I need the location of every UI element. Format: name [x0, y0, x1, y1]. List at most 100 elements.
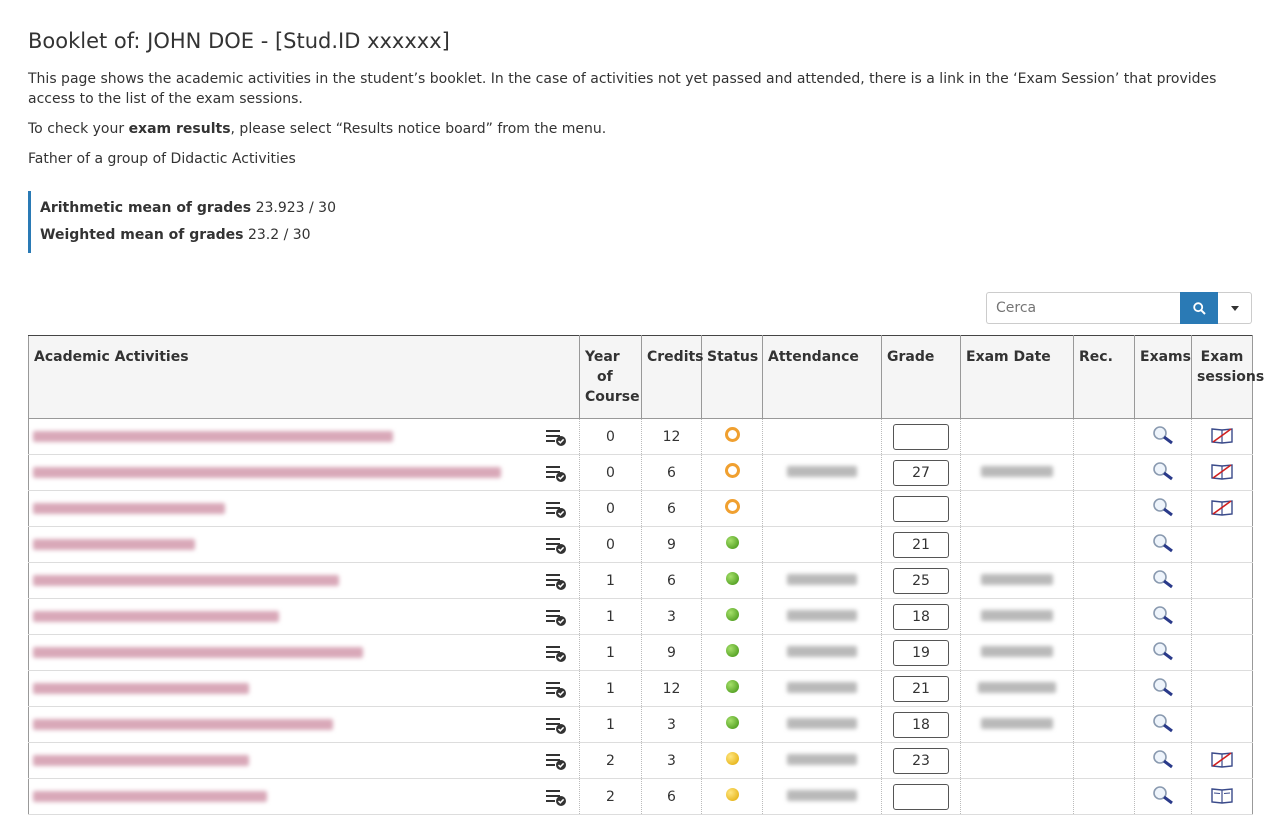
details-list-icon[interactable] [545, 499, 567, 519]
exam-date-cell [960, 418, 1074, 455]
col-status[interactable]: Status [701, 335, 763, 419]
details-list-icon[interactable] [545, 535, 567, 555]
details-list-icon[interactable] [545, 715, 567, 735]
year-value: 2 [606, 788, 615, 805]
activity-name-redacted[interactable] [33, 719, 333, 730]
table-header-row: Academic Activities Year of Course Credits… [28, 335, 1264, 419]
book-crossed-icon[interactable] [1210, 498, 1234, 516]
year-value: 1 [606, 608, 615, 625]
credits-value: 6 [667, 788, 676, 805]
arith-value: 23.923 / 30 [255, 200, 336, 216]
status-cell [701, 454, 763, 491]
year-cell: 1 [579, 670, 642, 707]
attendance-cell [762, 742, 882, 779]
attendance-cell [762, 670, 882, 707]
chevron-down-icon [1230, 305, 1239, 311]
activity-name-redacted[interactable] [33, 503, 225, 514]
rec-cell [1073, 598, 1135, 635]
col-attendance[interactable]: Attendance [762, 335, 882, 419]
grade-cell: 19 [881, 634, 961, 671]
col-rec[interactable]: Rec. [1073, 335, 1135, 419]
exam-sessions-cell [1191, 778, 1253, 815]
col-credits[interactable]: Credits [641, 335, 704, 419]
attendance-cell [762, 562, 882, 599]
activity-name-redacted[interactable] [33, 755, 249, 766]
exam-date-cell [960, 634, 1074, 671]
magnifier-icon[interactable] [1151, 569, 1175, 589]
activity-name-redacted[interactable] [33, 647, 363, 658]
col-grade[interactable]: Grade [881, 335, 961, 419]
magnifier-icon[interactable] [1151, 785, 1175, 805]
activity-name-redacted[interactable] [33, 431, 393, 442]
book-crossed-icon[interactable] [1210, 750, 1234, 768]
col-activities[interactable]: Academic Activities [28, 335, 580, 419]
search-options-dropdown[interactable] [1218, 292, 1252, 324]
exam-date-cell [960, 778, 1074, 815]
magnifier-icon[interactable] [1151, 605, 1175, 625]
magnifier-icon[interactable] [1151, 749, 1175, 769]
details-list-icon[interactable] [545, 679, 567, 699]
magnifier-icon[interactable] [1151, 497, 1175, 517]
col-year[interactable]: Year of Course [579, 335, 642, 419]
book-crossed-icon[interactable] [1210, 462, 1234, 480]
exam-sessions-cell [1191, 634, 1253, 671]
exams-cell [1134, 490, 1192, 527]
attendance-cell [762, 526, 882, 563]
status-cell [701, 706, 763, 743]
magnifier-icon[interactable] [1151, 461, 1175, 481]
grade-value [893, 783, 949, 810]
search-button[interactable] [1180, 292, 1218, 324]
exam-date-redacted [981, 465, 1053, 477]
search-input[interactable] [986, 292, 1180, 324]
table-row: 0 6 [28, 490, 1253, 527]
search-icon [1192, 301, 1206, 315]
details-list-icon[interactable] [545, 607, 567, 627]
exam-date-redacted [981, 573, 1053, 585]
grade-value: 21 [893, 531, 949, 558]
exam-date-cell [960, 562, 1074, 599]
activity-cell [28, 418, 580, 455]
status-cell [701, 526, 763, 563]
magnifier-icon[interactable] [1151, 677, 1175, 697]
magnifier-icon[interactable] [1151, 641, 1175, 661]
year-cell: 1 [579, 706, 642, 743]
activity-name-redacted[interactable] [33, 683, 249, 694]
details-list-icon[interactable] [545, 571, 567, 591]
attendance-cell [762, 490, 882, 527]
table-row: 2 6 [28, 778, 1253, 815]
details-list-icon[interactable] [545, 787, 567, 807]
activity-name-redacted[interactable] [33, 539, 195, 550]
status-indicator-icon [725, 608, 739, 621]
activity-name-redacted[interactable] [33, 791, 267, 802]
year-value: 0 [606, 428, 615, 445]
details-list-icon[interactable] [545, 427, 567, 447]
details-list-icon[interactable] [545, 751, 567, 771]
details-list-icon[interactable] [545, 643, 567, 663]
activity-cell [28, 778, 580, 815]
grade-value: 18 [893, 711, 949, 738]
status-cell [701, 670, 763, 707]
book-open-icon[interactable] [1210, 786, 1234, 804]
attendance-redacted [787, 753, 857, 765]
credits-cell: 6 [641, 490, 702, 527]
activity-name-redacted[interactable] [33, 611, 279, 622]
credits-value: 12 [662, 428, 681, 445]
activity-cell [28, 526, 580, 563]
magnifier-icon[interactable] [1151, 425, 1175, 445]
table-row: 0 9 21 [28, 526, 1253, 563]
activity-cell [28, 490, 580, 527]
activity-name-redacted[interactable] [33, 575, 339, 586]
book-crossed-icon[interactable] [1210, 426, 1234, 444]
col-exam-date[interactable]: Exam Date [960, 335, 1074, 419]
magnifier-icon[interactable] [1151, 533, 1175, 553]
grade-value [893, 495, 949, 522]
activity-name-redacted[interactable] [33, 467, 501, 478]
exams-cell [1134, 778, 1192, 815]
credits-value: 9 [667, 536, 676, 553]
magnifier-icon[interactable] [1151, 713, 1175, 733]
activity-cell [28, 742, 580, 779]
grade-value: 19 [893, 639, 949, 666]
status-indicator-icon [725, 752, 739, 765]
exam-date-cell [960, 526, 1074, 563]
details-list-icon[interactable] [545, 463, 567, 483]
